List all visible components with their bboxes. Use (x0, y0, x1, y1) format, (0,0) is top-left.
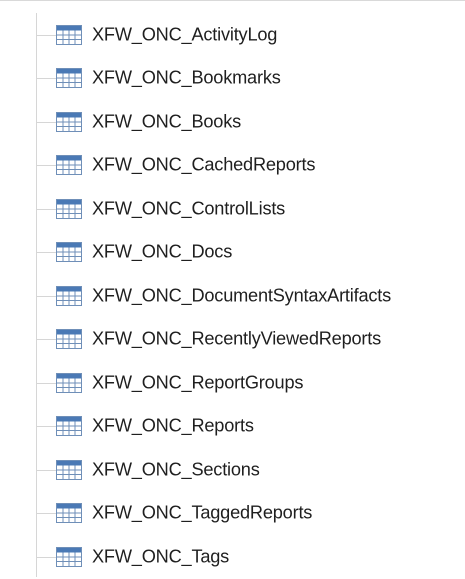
tree-item-activitylog[interactable]: XFW_ONC_ActivityLog (0, 13, 465, 57)
tree-item-reports[interactable]: XFW_ONC_Reports (0, 405, 465, 449)
tree-branch-line (36, 208, 56, 210)
tree-branch-line (36, 34, 56, 36)
tree-branch-line (36, 252, 56, 254)
tree-item-documentsyntaxartifacts[interactable]: XFW_ONC_DocumentSyntaxArtifacts (0, 274, 465, 318)
table-name-label: XFW_ONC_Sections (92, 459, 260, 480)
tree-item-reportgroups[interactable]: XFW_ONC_ReportGroups (0, 361, 465, 405)
table-icon (56, 68, 82, 89)
table-name-label: XFW_ONC_DocumentSyntaxArtifacts (92, 285, 392, 306)
tree-item-bookmarks[interactable]: XFW_ONC_Bookmarks (0, 57, 465, 101)
table-name-label: XFW_ONC_ActivityLog (92, 24, 278, 45)
table-name-label: XFW_ONC_ControlLists (92, 198, 286, 219)
table-name-label: XFW_ONC_Tags (92, 546, 230, 567)
table-name-label: XFW_ONC_Bookmarks (92, 67, 281, 88)
tree-branch-line (36, 382, 56, 384)
tree-branch-line (36, 78, 56, 80)
table-name-label: XFW_ONC_TaggedReports (92, 502, 313, 523)
tree-branch-line (36, 513, 56, 515)
tree-item-tags[interactable]: XFW_ONC_Tags (0, 535, 465, 579)
table-icon (56, 372, 82, 393)
top-border (0, 0, 465, 1)
tree-item-docs[interactable]: XFW_ONC_Docs (0, 231, 465, 275)
table-icon (56, 198, 82, 219)
tree-branch-line (36, 339, 56, 341)
table-icon (56, 242, 82, 263)
tree-branch-line (36, 165, 56, 167)
table-tree: XFW_ONC_ActivityLog XFW_ONC_Bookmarks XF… (0, 13, 465, 579)
table-name-label: XFW_ONC_Books (92, 111, 242, 132)
tree-branch-line (36, 295, 56, 297)
table-icon (56, 155, 82, 176)
table-name-label: XFW_ONC_RecentlyViewedReports (92, 328, 382, 349)
table-icon (56, 111, 82, 132)
table-icon (56, 459, 82, 480)
tree-item-taggedreports[interactable]: XFW_ONC_TaggedReports (0, 492, 465, 536)
table-icon (56, 329, 82, 350)
tree-branch-line (36, 426, 56, 428)
tree-item-cachedreports[interactable]: XFW_ONC_CachedReports (0, 144, 465, 188)
table-icon (56, 503, 82, 524)
table-icon (56, 285, 82, 306)
table-icon (56, 416, 82, 437)
table-name-label: XFW_ONC_ReportGroups (92, 372, 304, 393)
tree-branch-line (36, 556, 56, 558)
tree-item-recentlyviewedreports[interactable]: XFW_ONC_RecentlyViewedReports (0, 318, 465, 362)
table-name-label: XFW_ONC_CachedReports (92, 154, 316, 175)
table-icon (56, 546, 82, 567)
tree-item-sections[interactable]: XFW_ONC_Sections (0, 448, 465, 492)
table-icon (56, 24, 82, 45)
tree-branch-line (36, 121, 56, 123)
table-name-label: XFW_ONC_Reports (92, 415, 254, 436)
tree-item-books[interactable]: XFW_ONC_Books (0, 100, 465, 144)
tree-item-controllists[interactable]: XFW_ONC_ControlLists (0, 187, 465, 231)
tree-branch-line (36, 469, 56, 471)
table-name-label: XFW_ONC_Docs (92, 241, 233, 262)
